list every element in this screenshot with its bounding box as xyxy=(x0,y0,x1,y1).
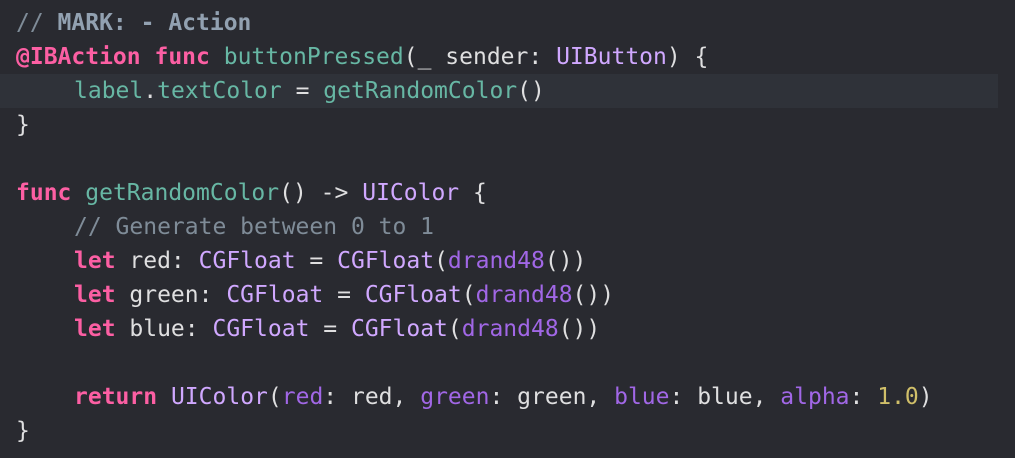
code-line[interactable] xyxy=(0,346,1015,380)
code-token-plain: : red, xyxy=(323,384,421,410)
code-token-plain: ()) xyxy=(572,282,615,308)
code-token-plain: : xyxy=(849,384,878,410)
code-token-type: UIColor xyxy=(362,180,460,206)
code-token-type: CGFloat xyxy=(212,316,310,342)
code-token-call: drand48 xyxy=(447,248,545,274)
code-token-plain: } xyxy=(16,112,30,138)
code-token-ident: textColor xyxy=(157,78,282,104)
code-token-plain: (_ sender: xyxy=(403,44,557,70)
code-token-param: alpha xyxy=(780,384,850,410)
code-token-plain: = xyxy=(309,316,351,342)
code-line[interactable] xyxy=(0,142,1015,176)
code-token-ident: getRandomColor xyxy=(323,78,518,104)
code-token-plain: = xyxy=(295,248,338,274)
code-token-keyword: @IBAction xyxy=(16,44,141,70)
code-token-param: red xyxy=(281,384,324,410)
code-token-comment: // Generate between 0 to 1 xyxy=(74,214,435,240)
code-token-plain: ( xyxy=(447,316,462,342)
code-token-plain: = xyxy=(323,282,365,308)
code-editor[interactable]: // MARK: - Action @IBAction func buttonPr… xyxy=(0,0,1015,458)
code-line[interactable]: let red: CGFloat = CGFloat(drand48()) xyxy=(0,244,1015,278)
code-token-comment: // xyxy=(16,10,58,36)
code-line[interactable]: } xyxy=(0,414,1015,448)
code-token-plain: blue: xyxy=(115,316,213,342)
code-token-type: CGFloat xyxy=(364,282,462,308)
code-line[interactable]: // Generate between 0 to 1 xyxy=(0,210,1015,244)
code-token-decl: buttonPressed xyxy=(223,44,404,70)
code-token-decl: getRandomColor xyxy=(85,180,280,206)
code-token-ident: label xyxy=(74,78,144,104)
code-token-plain: green: xyxy=(115,282,227,308)
code-token-plain: ( xyxy=(434,248,448,274)
code-line[interactable]: let green: CGFloat = CGFloat(drand48()) xyxy=(0,278,1015,312)
code-line[interactable]: } xyxy=(0,108,1015,142)
code-line-current[interactable]: label.textColor = getRandomColor() xyxy=(0,74,998,108)
code-line[interactable]: func getRandomColor() -> UIColor { xyxy=(0,176,1015,210)
code-token-plain: : green, xyxy=(489,384,615,410)
code-line[interactable]: return UIColor(red: red, green: green, b… xyxy=(0,380,1015,414)
code-token-plain: ) { xyxy=(666,44,709,70)
code-token-plain: ( xyxy=(461,282,476,308)
code-token-plain: ) xyxy=(918,384,933,410)
code-token-keyword: return xyxy=(74,384,158,410)
code-token-type: UIButton xyxy=(556,44,667,70)
code-token-plain: () xyxy=(517,78,545,104)
code-token-plain: red: xyxy=(115,248,199,274)
code-token-plain: = xyxy=(281,78,324,104)
code-token-plain: () -> xyxy=(279,180,363,206)
code-token-type: CGFloat xyxy=(350,316,448,342)
code-token-call: drand48 xyxy=(461,316,559,342)
code-token-type: CGFloat xyxy=(226,282,324,308)
code-token-number: 1.0 xyxy=(877,384,919,410)
code-token-param: blue xyxy=(614,384,670,410)
code-token-keyword: let xyxy=(74,248,116,274)
code-token-plain: { xyxy=(459,180,487,206)
code-token-plain: ( xyxy=(267,384,282,410)
code-token-plain: ()) xyxy=(544,248,587,274)
code-token-plain: . xyxy=(143,78,158,104)
code-token-plain: } xyxy=(16,418,30,444)
code-token-keyword: let xyxy=(74,316,116,342)
code-token-mark: MARK: - Action xyxy=(57,10,252,36)
code-token-keyword: let xyxy=(74,282,116,308)
code-token-type: CGFloat xyxy=(337,248,435,274)
code-token-type: UIColor xyxy=(170,384,268,410)
code-line[interactable]: // MARK: - Action xyxy=(0,6,1015,40)
code-token-call: drand48 xyxy=(475,282,573,308)
code-token-keyword: func xyxy=(154,44,210,70)
code-token-plain: ()) xyxy=(558,316,601,342)
code-token-param: green xyxy=(420,384,490,410)
code-line[interactable]: let blue: CGFloat = CGFloat(drand48()) xyxy=(0,312,1015,346)
code-line[interactable]: @IBAction func buttonPressed(_ sender: U… xyxy=(0,40,1015,74)
code-token-plain: : blue, xyxy=(669,384,781,410)
code-token-type: CGFloat xyxy=(198,248,296,274)
code-token-keyword: func xyxy=(16,180,72,206)
